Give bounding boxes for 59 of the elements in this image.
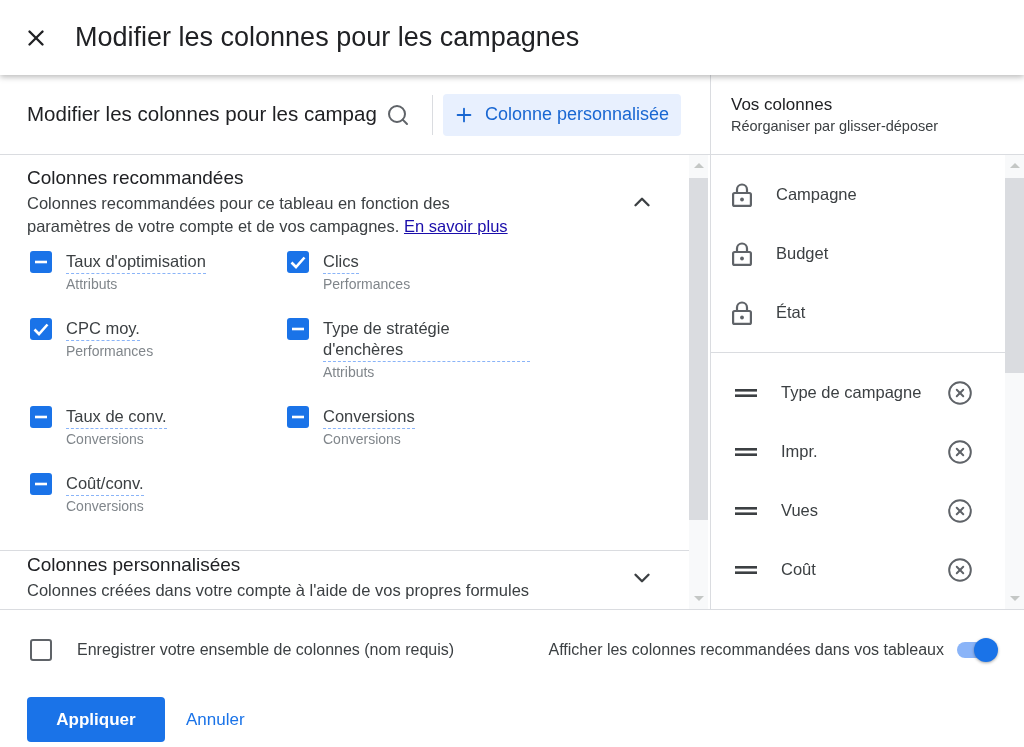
- search-field[interactable]: Modifier les colonnes pour les campag: [27, 99, 386, 130]
- checkbox[interactable]: [287, 251, 309, 273]
- lock-icon: [732, 182, 752, 207]
- column-label: Taux d'optimisation: [66, 251, 206, 274]
- remove-icon[interactable]: [947, 497, 973, 524]
- column-category: Conversions: [66, 497, 144, 516]
- checkbox[interactable]: [30, 473, 52, 495]
- column-category: Conversions: [323, 430, 401, 449]
- column-name: Type de campagne: [781, 382, 923, 404]
- save-set-label: Enregistrer votre ensemble de colonnes (nom requis): [77, 640, 455, 660]
- show-recommended-label: Afficher les colonnes recommandées dans vos tableaux: [548, 640, 944, 660]
- section-title: Colonnes recommandées: [27, 166, 245, 190]
- remove-icon[interactable]: [947, 556, 973, 583]
- remove-icon[interactable]: [947, 379, 973, 406]
- custom-column-button[interactable]: Colonne personnalisée: [443, 93, 681, 136]
- column-label: Coût/conv.: [66, 473, 144, 496]
- column-label: Clics: [323, 251, 359, 274]
- scrollbar-thumb[interactable]: [689, 178, 708, 520]
- checkbox[interactable]: [30, 406, 52, 428]
- column-category: Conversions: [66, 430, 144, 449]
- column-label: CPC moy.: [66, 318, 140, 341]
- checkbox[interactable]: [30, 251, 52, 273]
- lock-icon: [732, 241, 752, 266]
- column-name: Impr.: [781, 441, 819, 463]
- remove-icon[interactable]: [947, 438, 973, 465]
- column-category: Attributs: [66, 275, 118, 294]
- section-description: Colonnes recommandées pour ce tableau en fonction des paramètres de votre compte et de vos campagnes. En savoir plus: [27, 193, 509, 237]
- locked-column-name: Budget: [776, 243, 829, 265]
- drag-handle-icon[interactable]: [735, 506, 757, 515]
- column-label: Conversions: [323, 406, 415, 429]
- column-name: Coût: [781, 559, 817, 581]
- drag-handle-icon[interactable]: [735, 388, 757, 397]
- column-category: Performances: [323, 275, 411, 294]
- checkbox[interactable]: [287, 318, 309, 340]
- locked-column-name: Campagne: [776, 184, 857, 206]
- column-name: Vues: [781, 500, 819, 522]
- section-title: Colonnes personnalisées: [27, 553, 242, 577]
- column-category: Performances: [66, 342, 154, 361]
- scrollbar[interactable]: [1005, 155, 1024, 609]
- panel-subtitle: Réorganiser par glisser-déposer: [731, 116, 940, 136]
- lock-icon: [732, 300, 752, 325]
- learn-more-link[interactable]: En savoir plus: [403, 217, 508, 235]
- scrollbar-thumb[interactable]: [1005, 178, 1024, 373]
- column-label: Type de stratégie d'enchères: [323, 318, 530, 362]
- search-icon[interactable]: [386, 102, 410, 127]
- cancel-button[interactable]: Annuler: [186, 697, 245, 742]
- column-category: Attributs: [323, 363, 375, 382]
- checkbox[interactable]: [287, 406, 309, 428]
- section-description: Colonnes créées dans votre compte à l'aide de vos propres formules: [27, 580, 531, 601]
- checkbox[interactable]: [30, 318, 52, 340]
- drag-handle-icon[interactable]: [735, 447, 757, 456]
- panel-title: Vos colonnes: [731, 93, 834, 116]
- apply-button[interactable]: Appliquer: [27, 697, 165, 742]
- dialog-title: Modifier les colonnes pour les campagnes: [75, 21, 580, 55]
- scrollbar[interactable]: [689, 155, 708, 609]
- column-label: Taux de conv.: [66, 406, 167, 429]
- locked-column-name: État: [776, 302, 806, 324]
- checkbox[interactable]: [30, 639, 52, 661]
- drag-handle-icon[interactable]: [735, 565, 757, 574]
